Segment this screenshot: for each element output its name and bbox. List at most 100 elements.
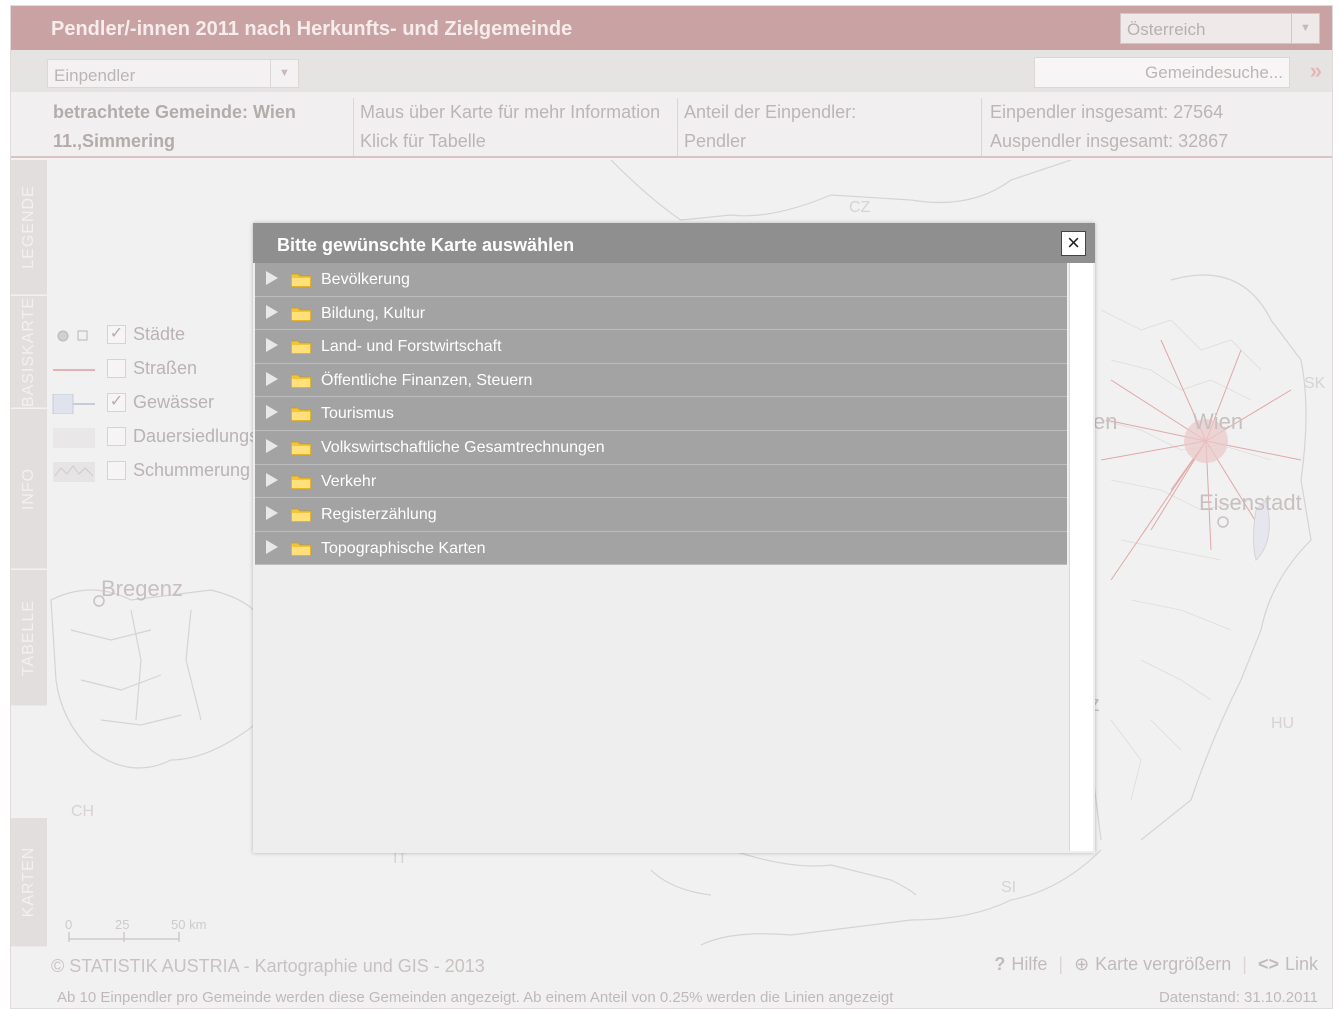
dialog-title: Bitte gewünschte Karte auswählen [277, 235, 575, 255]
category-item-verkehr[interactable]: Verkehr [255, 464, 1067, 499]
expand-arrow-icon[interactable] [266, 338, 278, 353]
checkbox-dauersiedlungsraum[interactable] [107, 427, 126, 446]
water-symbol-icon [52, 394, 95, 414]
checkbox-gewaesser[interactable]: ✓ [107, 393, 126, 412]
map-label-si: SI [1001, 879, 1016, 896]
map-label-wien: Wien [1193, 409, 1243, 434]
border-line-north [610, 160, 1072, 221]
expand-arrow-icon[interactable] [266, 371, 278, 386]
expand-arrow-icon[interactable] [266, 304, 278, 319]
scale-bar: 0 25 50 km [65, 917, 206, 942]
map-hint: Maus über Karte für mehr Information Kli… [353, 98, 660, 156]
border-line-east [1140, 274, 1312, 841]
title-bar: Pendler/-innen 2011 nach Herkunfts- und … [11, 6, 1332, 50]
total-in: Einpendler insgesamt: 27564 [990, 102, 1224, 122]
tab-tabelle[interactable]: TABELLE [11, 570, 47, 706]
tab-karten-label: KARTEN [20, 846, 37, 918]
help-icon[interactable]: ? [994, 954, 1005, 974]
side-tabs: LEGENDE BASISKARTE INFO TABELLE KARTEN [11, 160, 47, 947]
info-bar: betrachtete Gemeinde: Wien 11.,Simmering… [11, 92, 1332, 158]
expand-arrow-icon[interactable] [266, 271, 278, 285]
mode-select[interactable]: Einpendler ▼ [47, 59, 299, 88]
category-item-bevoelkerung[interactable]: Bevölkerung [255, 263, 1067, 297]
category-label: Verkehr [321, 472, 377, 490]
share-info: Anteil der Einpendler: Pendler [677, 98, 856, 156]
tab-karten[interactable]: KARTEN [11, 818, 47, 947]
footer-note: Ab 10 Einpendler pro Gemeinde werden die… [57, 989, 894, 1006]
tab-info-label: INFO [20, 467, 37, 510]
map-label-bregenz: Bregenz [101, 576, 183, 601]
border-line-misc [650, 869, 712, 896]
chevron-down-icon[interactable]: ▼ [270, 60, 298, 87]
toolbar: Einpendler ▼ » [11, 50, 1332, 92]
category-item-topographische-karten[interactable]: Topographische Karten [255, 531, 1067, 566]
checkbox-staedte[interactable]: ✓ [107, 325, 126, 344]
app-title: Pendler/-innen 2011 nach Herkunfts- und … [51, 18, 573, 40]
scale-label-zero: 0 [65, 917, 72, 932]
category-list: Bevölkerung Bildung, Kultur Land- und Fo… [255, 263, 1067, 566]
category-item-bildung-kultur[interactable]: Bildung, Kultur [255, 296, 1067, 331]
eisenstadt-marker [1217, 516, 1229, 528]
tab-info[interactable]: INFO [11, 409, 47, 569]
dialog-scrollbar[interactable] [1069, 263, 1093, 851]
category-item-finanzen-steuern[interactable]: Öffentliche Finanzen, Steuern [255, 363, 1067, 398]
scale-label-end: 50 km [171, 917, 206, 932]
map-label-ch: CH [71, 803, 94, 820]
zoom-in-icon[interactable]: ⊕ [1074, 954, 1089, 974]
map-label-cz: CZ [849, 199, 871, 216]
folder-icon [291, 441, 311, 455]
category-item-registerzaehlung[interactable]: Registerzählung [255, 498, 1067, 532]
copyright: © STATISTIK AUSTRIA - Kartographie und G… [51, 956, 485, 976]
enlarge-map-link[interactable]: Karte vergrößern [1095, 954, 1231, 974]
map-label-hu: HU [1271, 715, 1294, 732]
folder-icon [291, 475, 311, 489]
category-label: Öffentliche Finanzen, Steuern [321, 371, 533, 389]
tab-legende[interactable]: LEGENDE [11, 160, 47, 295]
data-date: Datenstand: 31.10.2011 [1158, 989, 1318, 1006]
code-brackets-icon[interactable]: <> [1258, 954, 1279, 974]
category-label: Bildung, Kultur [321, 304, 426, 322]
link-link[interactable]: Link [1285, 954, 1318, 974]
expand-arrow-icon[interactable] [266, 539, 278, 554]
category-label: Volkswirtschaftliche Gesamtrechnungen [321, 438, 605, 456]
divider: | [1058, 954, 1064, 974]
category-item-vgr[interactable]: Volkswirtschaftliche Gesamtrechnungen [255, 430, 1067, 465]
map-hint-line2: Klick für Tabelle [360, 131, 486, 151]
selected-municipality: betrachtete Gemeinde: Wien 11.,Simmering [53, 98, 296, 156]
tab-legende-label: LEGENDE [20, 185, 37, 269]
region-vorarlberg-tirol [50, 589, 262, 769]
tab-tabelle-label: TABELLE [20, 599, 37, 676]
road-symbol-icon [53, 369, 95, 371]
settlement-symbol-icon [53, 428, 95, 448]
footer-links: ? Hilfe | ⊕ Karte vergrößern | <> Link [988, 954, 1318, 975]
folder-icon [291, 374, 311, 388]
expand-arrow-icon[interactable] [266, 405, 278, 420]
map-label-eisenstadt: Eisenstadt [1199, 490, 1302, 515]
folder-icon [291, 340, 311, 355]
close-icon[interactable]: × [1061, 231, 1086, 256]
checkbox-schummerung[interactable] [107, 461, 126, 480]
dialog-header: Bitte gewünschte Karte auswählen × [253, 223, 1095, 263]
map-label-sk: SK [1304, 375, 1326, 392]
country-select[interactable]: Österreich ▼ [1120, 13, 1320, 44]
expand-arrow-icon[interactable] [266, 438, 278, 453]
category-label: Registerzählung [321, 506, 437, 524]
search-go-icon[interactable]: » [1310, 58, 1322, 84]
scale-label-mid: 25 [115, 917, 129, 932]
category-item-land-forstwirtschaft[interactable]: Land- und Forstwirtschaft [255, 330, 1067, 364]
expand-arrow-icon[interactable] [266, 506, 278, 521]
search-input[interactable] [1034, 57, 1290, 88]
chevron-down-icon[interactable]: ▼ [1291, 14, 1319, 43]
district-lines-west [70, 609, 202, 726]
category-item-tourismus[interactable]: Tourismus [255, 397, 1067, 431]
share-info-line2: Pendler [684, 131, 747, 151]
expand-arrow-icon[interactable] [266, 472, 278, 487]
map-label-wien-partial: en [1093, 409, 1117, 434]
checkbox-strassen[interactable] [107, 359, 126, 378]
tab-basiskarte[interactable]: BASISKARTE [11, 296, 47, 408]
category-label: Topographische Karten [321, 539, 486, 557]
help-link[interactable]: Hilfe [1011, 954, 1047, 974]
legend-label-schummerung: Schummerung [133, 460, 251, 480]
folder-icon [291, 407, 311, 422]
category-label: Tourismus [321, 405, 394, 423]
